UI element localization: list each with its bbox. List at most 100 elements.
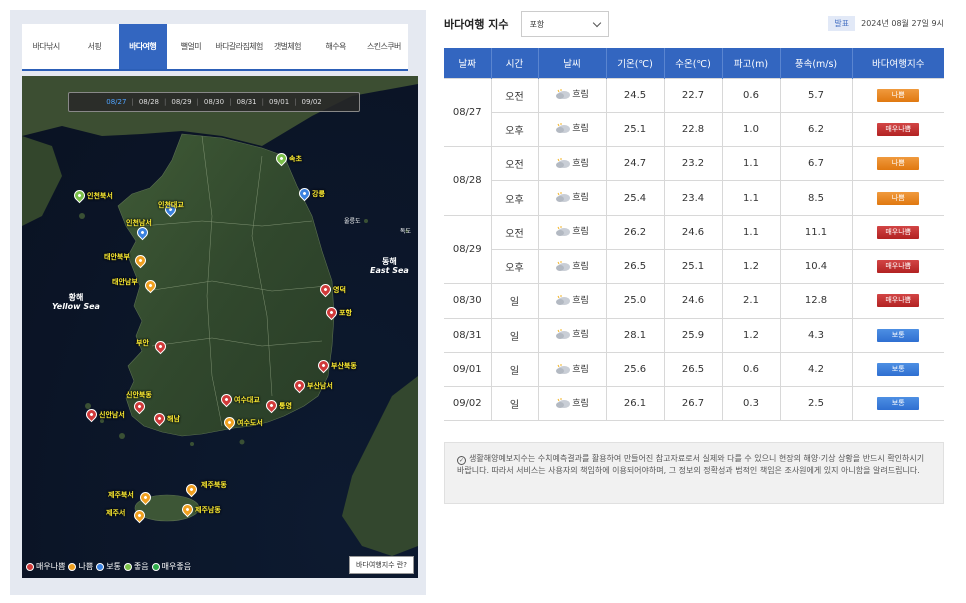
station-taean-s[interactable]: [142, 277, 159, 294]
date-0902[interactable]: 09/02: [297, 98, 327, 106]
index-help-button[interactable]: 바다여행지수 란?: [348, 556, 414, 574]
station-buan[interactable]: [152, 338, 169, 355]
index-badge: 보통: [877, 363, 920, 377]
weather-label: 흐림: [572, 364, 589, 375]
tab-surfing[interactable]: 서핑: [70, 24, 118, 69]
label-buan: 부안: [136, 339, 149, 347]
date-0828[interactable]: 08/28: [134, 98, 164, 106]
station-incheon-nw[interactable]: 인천북서: [71, 187, 115, 204]
yellow-sea-label: 황해 Yellow Sea: [52, 293, 100, 311]
label-taean-n: 태안북부: [104, 253, 130, 261]
water-temp-cell: 26.7: [663, 386, 723, 422]
index-badge: 나쁨: [877, 88, 920, 102]
date-cell: 09/01: [444, 351, 492, 388]
station-sinan-ne[interactable]: [131, 398, 148, 415]
weather-cell: 흐림: [537, 248, 607, 285]
tab-fishing[interactable]: 바다낚시: [22, 24, 70, 69]
map-panel: 바다낚시 서핑 바다여행 뻘얼미 바다갈라짐체험 갯벌체험 해수욕 스킨스쿠버: [10, 10, 426, 595]
label-taean-s: 태안남부: [112, 278, 138, 286]
date-0827[interactable]: 08/27: [101, 98, 131, 106]
map-legend: 매우나쁨 나쁨 보통 좋음 매우좋음: [26, 561, 194, 572]
cloudy-icon: [556, 123, 571, 134]
station-tongyeong[interactable]: 통영: [263, 397, 294, 414]
legend-very-bad: 매우나쁨: [26, 561, 65, 572]
station-busan-ne[interactable]: 부산북동: [315, 357, 359, 374]
wave-cell: 1.2: [721, 248, 781, 285]
weather-cell: 흐림: [537, 351, 607, 388]
col-temp: 기온(℃): [606, 48, 665, 78]
station-gangneung[interactable]: 강릉: [296, 185, 327, 202]
activity-tabs: 바다낚시 서핑 바다여행 뻘얼미 바다갈라짐체험 갯벌체험 해수욕 스킨스쿠버: [22, 24, 408, 71]
date-0829[interactable]: 08/29: [166, 98, 196, 106]
tab-beach[interactable]: 해수욕: [312, 24, 360, 69]
tab-sea-parting[interactable]: 바다갈라짐체험: [215, 24, 263, 69]
weather-cell: 흐림: [537, 386, 607, 422]
weather-cell: 흐림: [537, 180, 607, 216]
date-0831[interactable]: 08/31: [231, 98, 261, 106]
publish-info: 발표 2024년 08월 27일 9시: [828, 16, 944, 31]
time-cell: 일: [490, 351, 539, 388]
index-cell: 나쁨: [851, 146, 944, 182]
temp-cell: 26.5: [605, 248, 665, 285]
station-sinan-sw[interactable]: 신안남서: [83, 406, 127, 423]
water-temp-cell: 23.2: [663, 146, 723, 182]
station-yeongdeok[interactable]: 영덕: [317, 281, 348, 298]
table-row: 오후 흐림 25.1 22.8 1.0 6.2 매우나쁨: [444, 111, 944, 148]
cloudy-icon: [556, 192, 571, 203]
date-cell: 08/29: [444, 214, 492, 285]
station-busan-sw[interactable]: 부산남서: [291, 377, 335, 394]
label-jeju-ne: 제주북동: [201, 481, 227, 489]
index-badge: 매우나쁨: [877, 260, 920, 274]
disclaimer-text: 생활해양예보지수는 수치예측결과를 활용하여 만들어진 참고자료로서 실제와 다…: [457, 454, 925, 475]
wave-cell: 0.6: [721, 351, 781, 388]
cloudy-icon: [556, 226, 571, 237]
wind-cell: 12.8: [779, 283, 853, 319]
satellite-map[interactable]: 08/27 | 08/28 | 08/29 | 08/30 | 08/31 | 09/01…: [22, 76, 418, 578]
label-sinan-ne: 신안북동: [126, 391, 152, 399]
weather-label: 흐림: [572, 124, 589, 135]
table-row: 08/31 일 흐림 28.1 25.9 1.2 4.3 보통: [444, 317, 944, 353]
index-badge: 매우나쁨: [877, 225, 920, 239]
wave-cell: 1.0: [721, 111, 781, 148]
region-select[interactable]: 포항: [520, 11, 609, 37]
date-0901[interactable]: 09/01: [264, 98, 294, 106]
station-jeju-w[interactable]: [131, 507, 148, 524]
tab-4[interactable]: 뻘얼미: [167, 24, 215, 69]
date-0830[interactable]: 08/30: [199, 98, 229, 106]
cloudy-icon: [556, 329, 571, 340]
table-row: 08/28 오전 흐림 24.7 23.2 1.1 6.7 나쁨: [444, 146, 944, 216]
index-cell: 나쁨: [851, 180, 944, 216]
water-temp-cell: 23.4: [663, 180, 723, 216]
station-taean-n[interactable]: [132, 252, 149, 269]
temp-cell: 24.5: [605, 77, 665, 113]
temp-cell: 25.0: [605, 283, 665, 319]
cloudy-icon: [556, 294, 571, 305]
index-badge: 나쁨: [877, 157, 920, 171]
station-jeju-ne[interactable]: [183, 481, 200, 498]
weather-cell: 흐림: [537, 77, 607, 113]
station-pohang[interactable]: 포항: [323, 304, 354, 321]
station-jeju-nw[interactable]: [137, 489, 154, 506]
forecast-header: 바다여행 지수 포항 발표 2024년 08월 27일 9시: [444, 10, 944, 38]
weather-cell: 흐림: [537, 317, 607, 353]
tab-scuba[interactable]: 스킨스쿠버: [360, 24, 408, 69]
temp-cell: 25.4: [605, 180, 665, 216]
station-yeosu-island[interactable]: 여수도서: [221, 414, 265, 431]
label-jeju-w: 제주서: [106, 509, 126, 517]
tab-mudflat[interactable]: 갯벌체험: [263, 24, 311, 69]
station-sokcho[interactable]: 속초: [273, 150, 304, 167]
wind-cell: 4.3: [779, 317, 853, 353]
legend-normal: 보통: [96, 561, 121, 572]
wind-cell: 2.5: [779, 386, 853, 422]
cloudy-icon: [556, 157, 571, 168]
station-yeosu-bridge[interactable]: 여수대교: [218, 391, 262, 408]
station-jeju-se[interactable]: 제주남동: [179, 501, 223, 518]
tab-sea-travel[interactable]: 바다여행: [118, 24, 167, 69]
table-row: 09/01 일 흐림 25.6 26.5 0.6 4.2 보통: [444, 351, 944, 388]
time-cell: 오전: [490, 214, 539, 250]
index-cell: 보통: [851, 386, 944, 422]
station-haenam[interactable]: 해남: [151, 410, 182, 427]
station-incheon-sw[interactable]: [134, 224, 151, 241]
table-row: 09/02 일 흐림 26.1 26.7 0.3 2.5 보통: [444, 386, 944, 422]
weather-label: 흐림: [572, 227, 589, 238]
